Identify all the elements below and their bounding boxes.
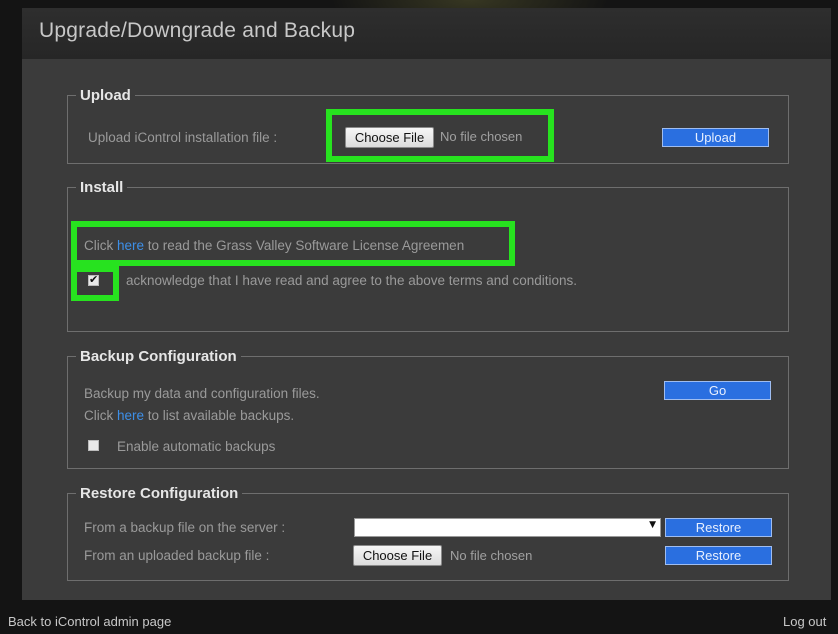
list-click-prefix: Click (84, 408, 117, 423)
page-title: Upgrade/Downgrade and Backup (39, 19, 356, 42)
restore-no-file-text: No file chosen (450, 548, 533, 563)
restore-uploaded-button[interactable]: Restore (665, 546, 772, 565)
license-agreement-suffix: to read the Grass Valley Software Licens… (144, 238, 465, 253)
upload-section: Upload (67, 87, 789, 164)
list-backups-here-link[interactable]: here (117, 408, 144, 423)
restore-legend: Restore Configuration (80, 485, 239, 502)
back-to-admin-link[interactable]: Back to iControl admin page (8, 614, 171, 629)
restore-backup-select[interactable]: ▼ (354, 518, 661, 537)
main-panel: Upgrade/Downgrade and Backup Upload Uplo… (22, 8, 831, 600)
list-backups-text: Click here to list available backups. (84, 408, 294, 423)
auto-backup-label: Enable automatic backups (117, 439, 276, 454)
upload-choose-file-button[interactable]: Choose File (345, 127, 434, 148)
license-agreement-text: Click here to read the Grass Valley Soft… (84, 238, 464, 253)
install-legend: Install (80, 179, 124, 196)
panel-header: Upgrade/Downgrade and Backup (22, 8, 831, 59)
backup-description: Backup my data and configuration files. (84, 386, 320, 401)
license-here-link[interactable]: here (117, 238, 144, 253)
upload-file-label: Upload iControl installation file : (88, 130, 278, 145)
upload-button[interactable]: Upload (662, 128, 769, 147)
backup-legend: Backup Configuration (80, 348, 237, 365)
license-click-prefix: Click (84, 238, 117, 253)
restore-server-button[interactable]: Restore (665, 518, 772, 537)
restore-choose-file-button[interactable]: Choose File (353, 545, 442, 566)
install-section: Install (67, 179, 789, 332)
acknowledge-label: acknowledge that I have read and agree t… (126, 273, 578, 288)
logout-link[interactable]: Log out (783, 614, 826, 629)
auto-backup-checkbox[interactable] (88, 440, 99, 451)
upload-no-file-text: No file chosen (440, 129, 523, 144)
restore-server-label: From a backup file on the server : (84, 520, 286, 535)
backup-go-button[interactable]: Go (664, 381, 771, 400)
upload-legend: Upload (80, 87, 131, 104)
restore-uploaded-label: From an uploaded backup file : (84, 548, 270, 563)
dropdown-arrow-icon: ▼ (649, 520, 656, 530)
list-backups-suffix: to list available backups. (144, 408, 295, 423)
acknowledge-checkbox[interactable] (88, 273, 99, 286)
